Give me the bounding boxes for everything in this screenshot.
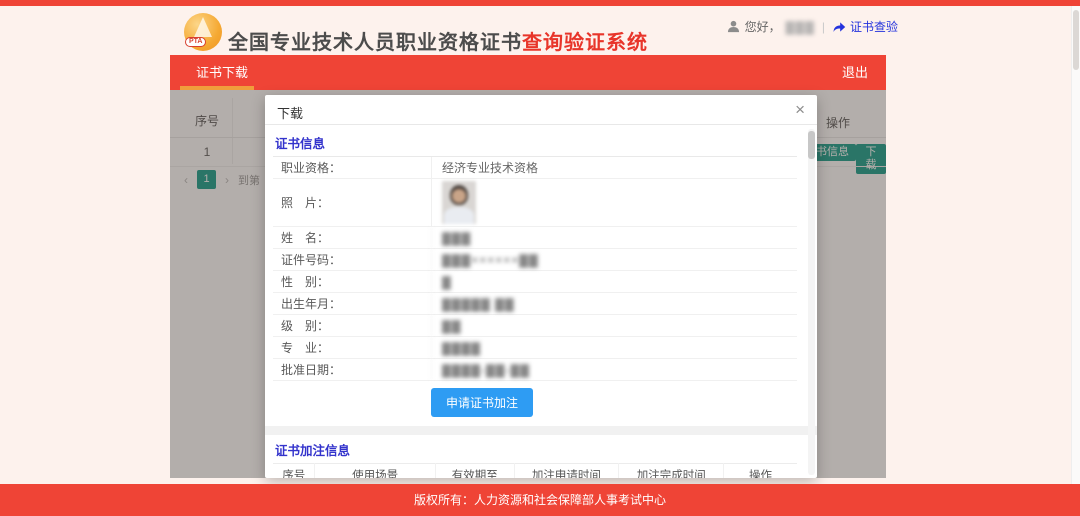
annotation-section-title: 证书加注信息 (273, 437, 797, 463)
page-title-dark: 全国专业技术人员职业资格证书 (228, 32, 522, 54)
cert-info-section-title: 证书信息 (273, 130, 797, 156)
field-value-masked: ▓ (431, 271, 797, 292)
cert-info-fields: 职业资格： 经济专业技术资格 照 片： 姓 名： ▓▓▓ 证件号码： (273, 156, 797, 381)
modal-title: 下载 (277, 103, 303, 122)
portrait-face (452, 189, 466, 203)
modal-scrollbar-thumb[interactable] (808, 131, 815, 159)
field-label: 证件号码： (273, 249, 431, 270)
col-apply-time: 加注申请时间 (514, 464, 619, 479)
col-action: 操作 (724, 464, 797, 479)
field-label: 姓 名： (273, 227, 431, 248)
field-row-major: 专 业： ▓▓▓▓ (273, 337, 797, 359)
field-row-approve-date: 批准日期： ▓▓▓▓-▓▓-▓▓ (273, 359, 797, 381)
field-value-masked: ▓▓▓▓ (431, 337, 797, 358)
col-valid-until: 有效期至 (435, 464, 514, 479)
field-label: 专 业： (273, 337, 431, 358)
greeting-text: 您好， (745, 18, 781, 35)
apply-row: 申请证书加注 (273, 381, 797, 424)
page-title-red: 查询验证系统 (522, 32, 648, 54)
field-row-id-number: 证件号码： ▓▓▓××××××▓▓ (273, 249, 797, 271)
main-navbar: 证书下载 退出 (170, 55, 886, 90)
site-header: PTA 全国专业技术人员职业资格证书查询验证系统 您好， ▓▓▓ | 证书查验 (0, 6, 1080, 55)
field-row-birth: 出生年月： ▓▓▓▓▓ ▓▓ (273, 293, 797, 315)
field-value (431, 179, 797, 226)
cert-verify-label: 证书查验 (850, 18, 898, 35)
field-row-qualification: 职业资格： 经济专业技术资格 (273, 157, 797, 179)
field-row-level: 级 别： ▓▓ (273, 315, 797, 337)
username-masked: ▓▓▓ (786, 20, 815, 34)
field-label: 性 别： (273, 271, 431, 292)
modal-header: 下载 × (265, 95, 817, 125)
pta-logo: PTA (184, 13, 222, 51)
field-label: 批准日期： (273, 359, 431, 380)
apply-annotation-button[interactable]: 申请证书加注 (431, 388, 533, 417)
close-icon[interactable]: × (795, 100, 805, 120)
pta-logo-text: PTA (185, 37, 206, 47)
download-modal: 下载 × 证书信息 职业资格： 经济专业技术资格 照 片： 姓 名： (265, 95, 817, 478)
share-arrow-icon (832, 21, 846, 33)
col-seq: 序号 (273, 464, 315, 479)
logout-link[interactable]: 退出 (842, 55, 868, 90)
field-label: 职业资格： (273, 157, 431, 178)
page-footer: 版权所有：人力资源和社会保障部人事考试中心 (0, 484, 1080, 516)
user-icon (727, 20, 740, 33)
field-row-gender: 性 别： ▓ (273, 271, 797, 293)
field-value: 经济专业技术资格 (431, 157, 797, 178)
field-label: 出生年月： (273, 293, 431, 314)
field-row-name: 姓 名： ▓▓▓ (273, 227, 797, 249)
portrait-photo (442, 181, 476, 224)
field-value-masked: ▓▓▓▓▓ ▓▓ (431, 293, 797, 314)
nav-item-cert-download[interactable]: 证书下载 (196, 55, 248, 90)
copyright-text: 版权所有：人力资源和社会保障部人事考试中心 (414, 493, 666, 507)
portrait-shirt (444, 207, 474, 224)
header-separator: | (822, 20, 825, 34)
annotation-table-header: 序号 使用场景 有效期至 加注申请时间 加注完成时间 操作 (273, 464, 797, 479)
user-area: 您好， ▓▓▓ | 证书查验 (727, 18, 898, 35)
cert-verify-link[interactable]: 证书查验 (832, 18, 898, 35)
pta-logo-petal (194, 17, 212, 37)
annotation-table: 序号 使用场景 有效期至 加注申请时间 加注完成时间 操作 1 本人通用 202… (273, 463, 797, 478)
browser-scrollbar[interactable] (1071, 6, 1080, 484)
field-value-masked: ▓▓▓ (431, 227, 797, 248)
field-label: 照 片： (273, 192, 431, 213)
modal-scrollbar[interactable] (808, 129, 815, 475)
modal-body: 证书信息 职业资格： 经济专业技术资格 照 片： 姓 名： ▓▓▓ (265, 126, 817, 478)
field-value-masked: ▓▓ (431, 315, 797, 336)
page-title: 全国专业技术人员职业资格证书查询验证系统 (228, 26, 648, 55)
field-label: 级 别： (273, 315, 431, 336)
field-value-masked: ▓▓▓××××××▓▓ (431, 249, 797, 270)
field-row-photo: 照 片： (273, 179, 797, 227)
section-divider (265, 426, 817, 435)
col-scene: 使用场景 (315, 464, 436, 479)
col-complete-time: 加注完成时间 (619, 464, 724, 479)
field-value-masked: ▓▓▓▓-▓▓-▓▓ (431, 359, 797, 380)
